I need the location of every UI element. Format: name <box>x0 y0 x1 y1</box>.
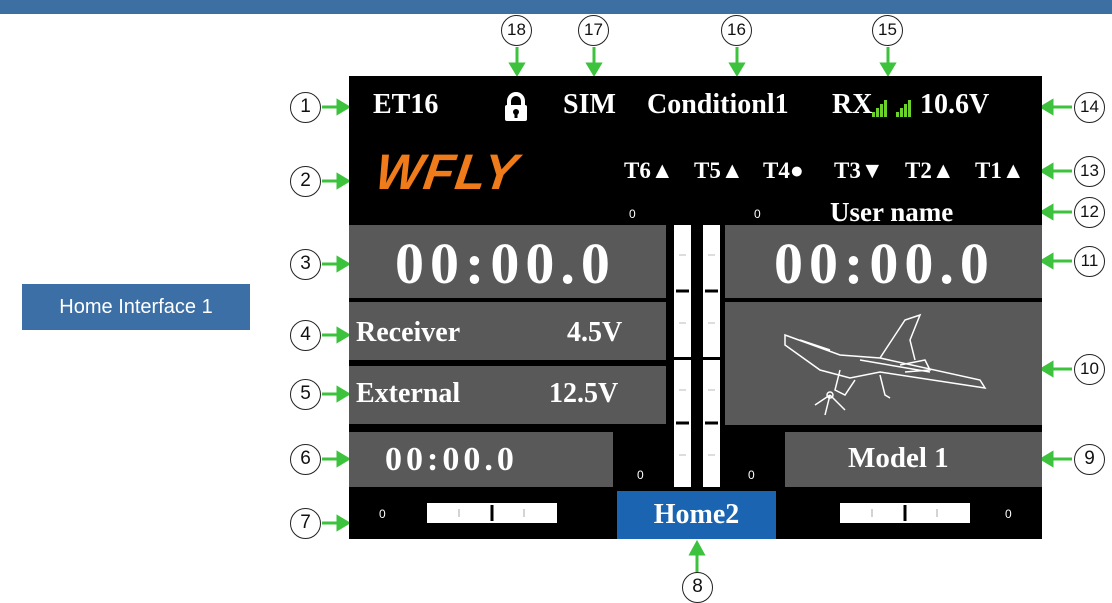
callout-3: 3 <box>290 249 321 280</box>
hbar-left-ticks <box>458 505 525 521</box>
trim-t4: T4● <box>763 158 804 183</box>
callout-13: 13 <box>1074 156 1105 187</box>
callout-18: 18 <box>501 15 532 46</box>
callout-2: 2 <box>290 166 321 197</box>
callout-5: 5 <box>290 379 321 410</box>
lock-icon[interactable] <box>502 92 530 127</box>
battery-voltage: 10.6V <box>920 89 990 120</box>
callout-8: 8 <box>682 572 713 603</box>
hbar-right-ticks <box>871 505 938 521</box>
receiver-label: Receiver <box>356 317 461 348</box>
rx-label: RX <box>832 89 873 120</box>
callout-16: 16 <box>721 15 752 46</box>
callout-4: 4 <box>290 320 321 351</box>
callout-14: 14 <box>1074 92 1105 123</box>
vbar-ticks <box>676 254 718 456</box>
signal-bars-icon <box>896 100 912 120</box>
home2-button[interactable]: Home2 <box>617 491 776 539</box>
callout-10: 10 <box>1074 354 1105 385</box>
vbar-bottom-left-zero: 0 <box>637 468 644 482</box>
model-timer[interactable]: 00:00.0 <box>385 441 518 479</box>
hbar-right-zero: 0 <box>1005 507 1012 521</box>
vbar-top-right-zero: 0 <box>754 207 761 221</box>
callout-15: 15 <box>872 15 903 46</box>
receiver-voltage: 4.5V <box>567 317 623 348</box>
external-label: External <box>356 378 461 409</box>
trim-t5: T5▲ <box>694 158 744 183</box>
condition-label: Conditionl1 <box>647 89 789 120</box>
user-name: User name <box>830 197 954 227</box>
trim-t3: T3▼ <box>834 158 884 183</box>
callout-6: 6 <box>290 444 321 475</box>
sim-mode-label: SIM <box>563 89 616 120</box>
model-name: ET16 <box>373 89 439 120</box>
brand-logo: WFLY <box>372 144 522 200</box>
timer-right[interactable]: 00:00.0 <box>774 230 995 297</box>
callout-17: 17 <box>578 15 609 46</box>
signal-bars-icon <box>872 100 888 120</box>
callout-1: 1 <box>290 92 321 123</box>
callout-12: 12 <box>1074 197 1105 228</box>
callout-9: 9 <box>1074 444 1105 475</box>
timer-left[interactable]: 00:00.0 <box>395 230 616 297</box>
callout-7: 7 <box>290 508 321 539</box>
airplane-icon <box>784 313 987 416</box>
vbar-bottom-right-zero: 0 <box>748 468 755 482</box>
model-label[interactable]: Model 1 <box>848 442 949 475</box>
callout-11: 11 <box>1074 246 1105 277</box>
trim-t6: T6▲ <box>624 158 674 183</box>
trim-t2: T2▲ <box>905 158 955 183</box>
trim-t1: T1▲ <box>975 158 1025 183</box>
hbar-left-zero: 0 <box>379 507 386 521</box>
vbar-top-left-zero: 0 <box>629 207 636 221</box>
external-voltage: 12.5V <box>549 378 619 409</box>
